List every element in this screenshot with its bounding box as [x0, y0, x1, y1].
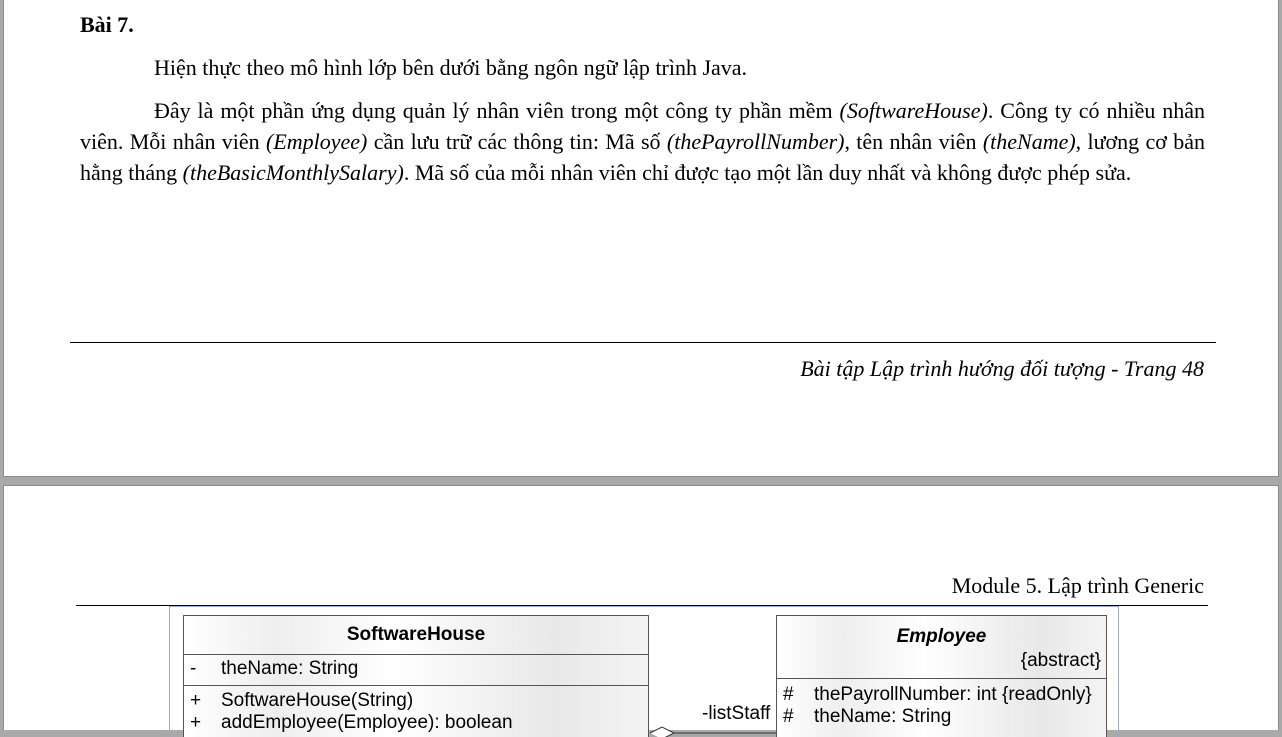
class-softwarehouse-name: SoftwareHouse	[184, 616, 648, 654]
desc-term-employee: (Employee)	[266, 129, 368, 154]
operation-text: SoftwareHouse(String)	[221, 690, 414, 711]
desc-text-4: , tên nhân viên	[844, 129, 983, 154]
desc-term-name: (theName)	[982, 129, 1076, 154]
attribute-row: - theName: String	[184, 658, 648, 680]
uml-class-diagram: SoftwareHouse - theName: String + Softwa…	[169, 606, 1119, 737]
desc-text-3: cần lưu trữ các thông tin: Mã số	[367, 129, 667, 154]
class-employee-stereotype: {abstract}	[1020, 650, 1101, 671]
association-role-label: -listStaff	[702, 703, 771, 724]
class-softwarehouse-operations: + SoftwareHouse(String) + addEmployee(Em…	[184, 685, 648, 737]
page-header: Module 5. Lập trình Generic	[951, 573, 1204, 598]
class-softwarehouse-attributes: - theName: String	[184, 654, 648, 685]
attribute-text: theName: String	[814, 706, 952, 727]
exercise-heading: Bài 7.	[80, 12, 134, 37]
footer-rule	[70, 342, 1216, 343]
attribute-text: thePayrollNumber: int {readOnly}	[814, 684, 1092, 705]
exercise-description: Đây là một phần ứng dụng quản lý nhân vi…	[80, 95, 1205, 188]
desc-term-payrollnumber: (thePayrollNumber)	[666, 129, 845, 154]
attribute-text: theName: String	[221, 658, 359, 679]
class-employee: Employee {abstract} # thePayrollNumber: …	[776, 615, 1107, 737]
class-employee-attributes: # thePayrollNumber: int {readOnly} # the…	[777, 678, 1106, 737]
attribute-row: # thePayrollNumber: int {readOnly}	[777, 684, 1106, 706]
visibility-marker: +	[190, 690, 202, 711]
attribute-row: # theName: String	[777, 706, 1106, 728]
document-page-48: Bài 7. Hiện thực theo mô hình lớp bên dư…	[3, 0, 1279, 477]
desc-text-1: Đây là một phần ứng dụng quản lý nhân vi…	[154, 98, 840, 123]
visibility-marker: +	[190, 712, 202, 733]
page-footer: Bài tập Lập trình hướng đối tượng - Tran…	[800, 356, 1204, 381]
class-softwarehouse: SoftwareHouse - theName: String + Softwa…	[183, 615, 649, 737]
exercise-instruction: Hiện thực theo mô hình lớp bên dưới bằng…	[80, 52, 1205, 83]
class-employee-name: Employee	[896, 626, 987, 647]
visibility-marker: #	[783, 706, 794, 727]
instruction-text: Hiện thực theo mô hình lớp bên dưới bằng…	[154, 55, 748, 80]
desc-text-6: . Mã số của mỗi nhân viên chỉ được tạo m…	[403, 160, 1132, 185]
class-employee-header: Employee {abstract}	[777, 616, 1106, 678]
visibility-marker: #	[783, 684, 794, 705]
desc-term-softwarehouse: (SoftwareHouse)	[839, 98, 988, 123]
document-page-49: Module 5. Lập trình Generic SoftwareHous…	[3, 485, 1279, 737]
operation-row: + SoftwareHouse(String)	[184, 690, 648, 712]
operation-row: + addEmployee(Employee): boolean	[184, 712, 648, 734]
operation-text: addEmployee(Employee): boolean	[221, 712, 513, 733]
visibility-marker: -	[190, 658, 197, 679]
desc-term-salary: (theBasicMonthlySalary)	[182, 160, 404, 185]
aggregation-diamond	[649, 726, 676, 737]
